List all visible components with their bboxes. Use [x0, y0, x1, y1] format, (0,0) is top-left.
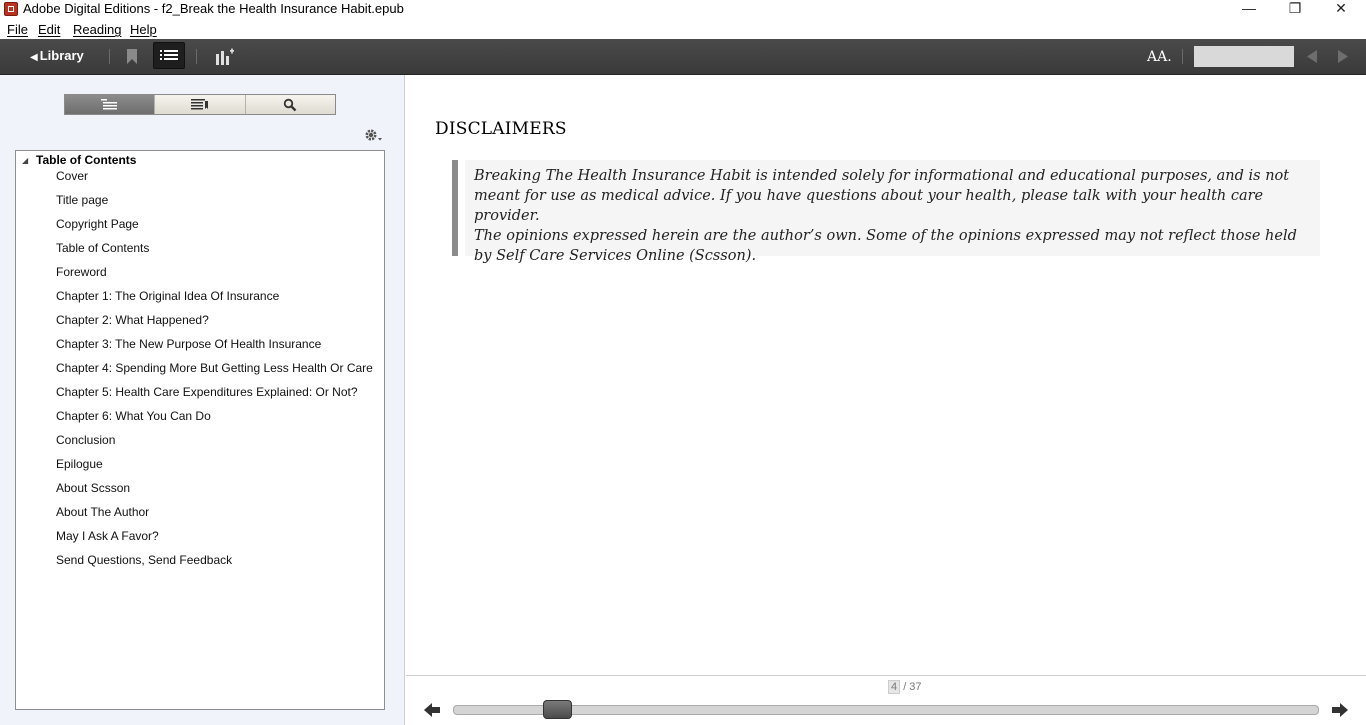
sidebar-tabs: [64, 94, 336, 115]
page-number-input[interactable]: [1194, 46, 1294, 67]
gear-icon[interactable]: [363, 127, 383, 143]
toc-item[interactable]: Chapter 3: The New Purpose Of Health Ins…: [56, 337, 373, 361]
close-button[interactable]: ✕: [1318, 0, 1364, 20]
prev-arrow-icon[interactable]: [1305, 49, 1319, 64]
disclaimer-paragraph: The opinions expressed herein are the au…: [474, 228, 1297, 264]
minimize-button[interactable]: —: [1226, 0, 1272, 20]
toc-toggle-button[interactable]: [153, 42, 185, 69]
toc-item[interactable]: About The Author: [56, 505, 373, 529]
restore-button[interactable]: ❐: [1272, 0, 1318, 20]
blockquote-body: Breaking The Health Insurance Habit is i…: [465, 160, 1320, 264]
disclaimer-paragraph: Breaking The Health Insurance Habit is i…: [474, 168, 1290, 224]
toc-icon: [160, 50, 178, 60]
toc-item[interactable]: Title page: [56, 193, 373, 217]
toc-item[interactable]: May I Ask A Favor?: [56, 529, 373, 553]
menu-reading[interactable]: Reading: [73, 22, 121, 37]
stats-icon[interactable]: [215, 48, 235, 65]
reading-pane: DISCLAIMERS Breaking The Health Insuranc…: [406, 75, 1366, 675]
toc-tab[interactable]: [65, 95, 155, 114]
toc-item[interactable]: About Scsson: [56, 481, 373, 505]
current-page[interactable]: 4: [888, 680, 901, 694]
toolbar-divider: [1182, 49, 1183, 64]
total-pages: / 37: [903, 681, 922, 693]
search-icon: [284, 98, 297, 111]
library-button[interactable]: ◀ Library: [30, 48, 84, 63]
toc-header-label: Table of Contents: [36, 153, 137, 167]
toc-item[interactable]: Copyright Page: [56, 217, 373, 241]
menu-help[interactable]: Help: [130, 22, 157, 37]
chapter-heading: DISCLAIMERS: [435, 119, 567, 139]
toolbar-divider: [196, 49, 197, 64]
contents-icon: [100, 98, 117, 109]
toc-list: Cover Title page Copyright Page Table of…: [56, 169, 373, 577]
toc-item[interactable]: Table of Contents: [56, 241, 373, 265]
toc-item[interactable]: Chapter 2: What Happened?: [56, 313, 373, 337]
toolbar-divider: [109, 49, 110, 64]
toc-header[interactable]: ◢ Table of Contents: [22, 153, 136, 167]
title-bar: Adobe Digital Editions - f2_Break the He…: [0, 0, 1366, 20]
collapse-triangle-icon[interactable]: ◢: [22, 156, 36, 165]
progress-slider-thumb[interactable]: [543, 700, 572, 719]
sidebar: ◢ Table of Contents Cover Title page Copy…: [0, 75, 405, 725]
menu-file[interactable]: File: [7, 22, 28, 37]
toc-panel: ◢ Table of Contents Cover Title page Copy…: [15, 150, 385, 710]
bookmark-list-icon: [190, 98, 208, 109]
menu-bar: File Edit Reading Help: [0, 20, 1366, 39]
next-page-arrow-icon[interactable]: [1331, 702, 1349, 718]
toolbar: ◀ Library AA.: [0, 39, 1366, 75]
toc-item[interactable]: Chapter 4: Spending More But Getting Les…: [56, 361, 373, 385]
font-size-button[interactable]: AA.: [1147, 49, 1172, 65]
toc-item[interactable]: Chapter 5: Health Care Expenditures Expl…: [56, 385, 373, 409]
menu-edit[interactable]: Edit: [38, 22, 60, 37]
library-label: Library: [39, 48, 84, 63]
toc-item[interactable]: Epilogue: [56, 457, 373, 481]
search-tab[interactable]: [244, 95, 335, 114]
bookmarks-tab[interactable]: [154, 95, 245, 114]
app-logo-icon: [4, 2, 18, 16]
page-navigation-bar: 4 / 37: [406, 675, 1366, 725]
toc-item[interactable]: Chapter 1: The Original Idea Of Insuranc…: [56, 289, 373, 313]
bookmark-icon[interactable]: [126, 49, 138, 64]
toc-item[interactable]: Chapter 6: What You Can Do: [56, 409, 373, 433]
window-title: Adobe Digital Editions - f2_Break the He…: [23, 1, 404, 16]
toc-item[interactable]: Foreword: [56, 265, 373, 289]
blockquote: Breaking The Health Insurance Habit is i…: [452, 160, 1320, 264]
toc-item[interactable]: Send Questions, Send Feedback: [56, 553, 373, 577]
toc-item[interactable]: Conclusion: [56, 433, 373, 457]
page-indicator: 4 / 37: [888, 680, 922, 694]
back-arrow-icon: ◀: [30, 52, 38, 63]
previous-page-arrow-icon[interactable]: [423, 702, 441, 718]
blockquote-rule: [452, 160, 458, 256]
next-arrow-icon[interactable]: [1336, 49, 1350, 64]
progress-slider-track[interactable]: [453, 705, 1319, 715]
toc-item[interactable]: Cover: [56, 169, 373, 193]
